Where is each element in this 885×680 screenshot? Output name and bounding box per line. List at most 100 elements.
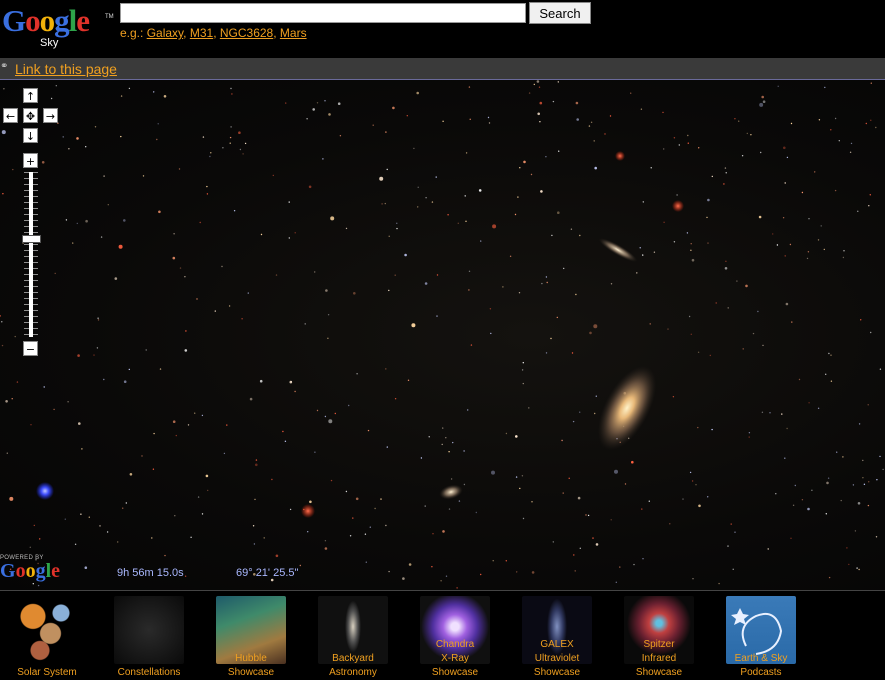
star — [857, 502, 861, 505]
star — [850, 142, 853, 145]
example-link-ngc3628[interactable]: NGC3628 — [220, 26, 273, 40]
zoom-out-button[interactable]: − — [23, 341, 38, 356]
star — [830, 380, 833, 382]
star — [407, 379, 410, 381]
star — [707, 198, 710, 202]
star — [746, 132, 748, 135]
tile-spitzer-infrared[interactable]: Spitzer Infrared Showcase — [624, 596, 694, 679]
tile-solar-system[interactable]: Solar System — [12, 596, 82, 679]
tile-earth-sky-podcasts[interactable]: Earth & Sky Podcasts — [726, 596, 796, 679]
star — [869, 194, 871, 196]
header: Google TM Sky Search e.g.: Galaxy, M31, … — [0, 0, 885, 58]
pan-up-button[interactable]: ↑ — [23, 88, 38, 103]
star — [734, 531, 736, 533]
star — [468, 86, 471, 88]
zoom-slider-track[interactable] — [29, 172, 33, 337]
star — [201, 414, 204, 417]
star — [88, 516, 91, 518]
star — [575, 293, 577, 296]
star — [791, 321, 793, 323]
star — [76, 222, 79, 225]
star — [379, 176, 384, 181]
star — [233, 210, 236, 212]
star — [577, 496, 581, 500]
star — [33, 524, 35, 527]
tile-chandra-xray[interactable]: Chandra X-Ray Showcase — [420, 596, 490, 679]
star — [827, 477, 830, 479]
star — [505, 432, 508, 435]
star — [630, 92, 632, 94]
tile-galex-ultraviolet[interactable]: GALEX Ultraviolet Showcase — [522, 596, 592, 679]
star — [128, 368, 130, 371]
tile-backyard-astronomy[interactable]: Backyard Astronomy — [318, 596, 388, 679]
star — [123, 219, 126, 222]
link-to-this-page[interactable]: Link to this page — [15, 61, 117, 77]
star — [120, 135, 122, 138]
trademark: TM — [105, 14, 114, 20]
star — [690, 243, 692, 245]
example-link-m31[interactable]: M31 — [190, 26, 213, 40]
star — [750, 134, 752, 136]
star — [545, 156, 547, 158]
star — [863, 483, 866, 485]
sky-map[interactable]: ↑ ← ✥ → ↓ + − POWERED BY Google 9h 56m 1… — [0, 80, 885, 590]
tile-label: Chandra — [435, 639, 475, 650]
example-link-galaxy[interactable]: Galaxy — [147, 26, 183, 40]
galaxy-m81[interactable] — [586, 357, 668, 459]
star — [372, 124, 374, 126]
star — [517, 196, 519, 198]
star — [541, 282, 543, 285]
tile-hubble-showcase[interactable]: Hubble Showcase — [216, 596, 286, 679]
star — [707, 242, 709, 244]
star — [469, 118, 471, 120]
zoom-slider-thumb[interactable] — [22, 235, 41, 243]
google-sky-logo[interactable]: Google TM Sky — [2, 3, 114, 54]
galaxy-small[interactable] — [438, 482, 465, 502]
star — [480, 573, 482, 576]
star — [184, 575, 187, 577]
star — [16, 381, 19, 383]
star — [153, 432, 155, 435]
star — [364, 533, 367, 535]
star — [724, 267, 728, 270]
star — [65, 219, 68, 221]
star — [330, 216, 335, 221]
red-star — [672, 200, 684, 212]
star — [868, 481, 870, 483]
star — [120, 95, 123, 97]
star — [594, 166, 597, 170]
search-button[interactable]: Search — [529, 2, 591, 24]
search-input[interactable] — [120, 3, 526, 23]
star — [546, 281, 548, 284]
star — [272, 174, 274, 177]
pan-down-button[interactable]: ↓ — [23, 128, 38, 143]
star — [590, 121, 593, 123]
star — [284, 440, 287, 442]
pan-right-button[interactable]: → — [43, 108, 58, 123]
star — [396, 222, 398, 224]
star — [384, 202, 386, 205]
star — [730, 523, 732, 525]
zoom-in-button[interactable]: + — [23, 153, 38, 168]
star — [662, 111, 664, 114]
star — [806, 257, 809, 260]
pan-left-button[interactable]: ← — [3, 108, 18, 123]
star — [187, 424, 190, 426]
star — [158, 210, 161, 214]
star — [424, 282, 428, 285]
star — [80, 513, 82, 515]
center-button[interactable]: ✥ — [23, 108, 38, 123]
star — [614, 469, 618, 474]
tile-constellations[interactable]: Constellations — [114, 596, 184, 679]
star — [852, 484, 855, 486]
star — [6, 452, 8, 454]
star — [388, 570, 390, 573]
star — [682, 498, 684, 500]
star — [531, 501, 533, 503]
star — [223, 452, 226, 455]
logo-text: Google — [2, 3, 90, 38]
example-link-mars[interactable]: Mars — [280, 26, 307, 40]
star — [698, 147, 700, 149]
galaxy-m82[interactable] — [596, 235, 639, 266]
star — [294, 390, 296, 393]
